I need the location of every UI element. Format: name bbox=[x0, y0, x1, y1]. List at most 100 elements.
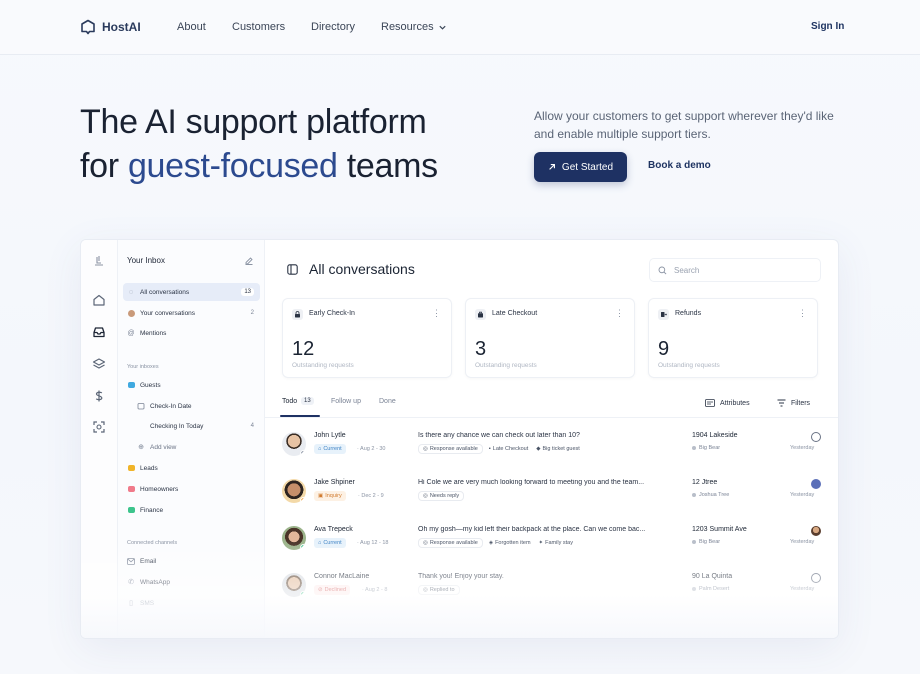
table-row[interactable]: Jake Shpiner ▣ Inquiry · Dec 2 - 9 Hi Co… bbox=[265, 473, 838, 520]
tags: ◎ Needs reply bbox=[418, 491, 465, 501]
hero-title-line1: The AI support platform bbox=[80, 103, 427, 141]
workspace-icon[interactable] bbox=[92, 254, 106, 268]
sidebar-item-label: Leads bbox=[140, 464, 158, 472]
status-badge: ▣ Inquiry bbox=[314, 491, 346, 501]
more-icon[interactable]: ⋮ bbox=[615, 308, 624, 319]
table-row[interactable]: Ava Trepeck ⌂ Current · Aug 12 - 18 Oh m… bbox=[265, 520, 838, 567]
inboxes-heading: Your inboxes bbox=[127, 364, 159, 370]
guest-name: Ava Trepeck bbox=[314, 526, 353, 533]
tab-follow-up[interactable]: Follow up bbox=[331, 398, 361, 405]
card-subtitle: Outstanding requests bbox=[292, 362, 354, 369]
whatsapp-icon: ✆ bbox=[128, 579, 134, 586]
sidebar-item-guests[interactable]: Guests bbox=[123, 376, 260, 394]
property-name: 1904 Lakeside bbox=[692, 432, 738, 439]
sidebar-item-all-conversations[interactable]: ◌ All conversations 13 bbox=[123, 283, 260, 301]
more-icon[interactable]: ⋮ bbox=[432, 308, 441, 319]
channel-email[interactable]: Email bbox=[123, 552, 260, 570]
card-count: 12 bbox=[292, 338, 315, 360]
sidebar-item-homeowners[interactable]: Homeowners bbox=[123, 480, 260, 498]
table-row[interactable]: Connor MacLaine ⊘ Declined · Aug 2 - 8 T… bbox=[265, 567, 838, 614]
tag: ◎ Needs reply bbox=[418, 491, 465, 501]
tag-label: Forgotten item bbox=[495, 540, 531, 546]
tab-todo[interactable]: Todo bbox=[282, 398, 297, 405]
property-name: 90 La Quinta bbox=[692, 573, 733, 580]
book-demo-button[interactable]: Book a demo bbox=[648, 160, 711, 171]
guest-name: Jake Shpiner bbox=[314, 479, 355, 486]
channel-sms[interactable]: ▯ SMS bbox=[123, 594, 260, 612]
tag: ◎ Response available bbox=[418, 444, 483, 454]
plus-circle-icon: ⊕ bbox=[138, 444, 144, 451]
property-location: Joshua Tree bbox=[692, 492, 729, 498]
message-preview: Hi Cole we are very much looking forward… bbox=[418, 479, 645, 486]
sidebar-item-label: WhatsApp bbox=[140, 578, 170, 586]
card-early-check-in[interactable]: Early Check-In ⋮ 12 Outstanding requests bbox=[282, 298, 452, 378]
tag-label: Replied to bbox=[429, 587, 455, 593]
scan-icon[interactable] bbox=[92, 420, 106, 434]
property-name: 12 Jtree bbox=[692, 479, 718, 486]
top-nav: HostAI About Customers Directory Resourc… bbox=[0, 0, 920, 55]
avatar bbox=[282, 573, 306, 597]
sidebar-item-leads[interactable]: Leads bbox=[123, 459, 260, 477]
nav-resources[interactable]: Resources bbox=[381, 21, 447, 33]
mail-icon bbox=[127, 557, 135, 565]
tab-done[interactable]: Done bbox=[379, 398, 396, 405]
avatar bbox=[282, 526, 306, 550]
guests-icon bbox=[127, 381, 135, 389]
assignee-icon bbox=[811, 573, 821, 583]
status-label: Inquiry bbox=[325, 493, 342, 499]
add-view-label: Add view bbox=[150, 443, 177, 451]
status-badge: ⌂ Current bbox=[314, 444, 346, 454]
timestamp: Yesterday bbox=[790, 539, 815, 545]
panel-toggle-icon[interactable] bbox=[287, 264, 298, 275]
card-late-checkout[interactable]: Late Checkout ⋮ 3 Outstanding requests bbox=[465, 298, 635, 378]
tag-label: Late Checkout bbox=[492, 446, 529, 452]
sidebar-item-your-conversations[interactable]: Your conversations 2 bbox=[123, 304, 260, 322]
status-label: Current bbox=[323, 446, 342, 452]
card-refunds[interactable]: Refunds ⋮ 9 Outstanding requests bbox=[648, 298, 818, 378]
tag-label: Needs reply bbox=[429, 493, 460, 499]
logo[interactable]: HostAI bbox=[80, 19, 141, 35]
card-subtitle: Outstanding requests bbox=[658, 362, 720, 369]
nav-about[interactable]: About bbox=[177, 21, 206, 33]
assignee-avatar bbox=[811, 479, 821, 489]
sidebar-item-checking-in-today[interactable]: Checking In Today 4 bbox=[133, 417, 260, 435]
homeowners-icon bbox=[127, 485, 135, 493]
property-location: Big Bear bbox=[692, 445, 720, 451]
guest-name: Connor MacLaine bbox=[314, 573, 370, 580]
leads-icon bbox=[127, 464, 135, 472]
location-label: Joshua Tree bbox=[699, 492, 730, 498]
edit-icon[interactable] bbox=[244, 256, 254, 266]
blank-indent bbox=[137, 422, 145, 430]
nav-directory[interactable]: Directory bbox=[311, 21, 355, 33]
sidebar-item-mentions[interactable]: @ Mentions bbox=[123, 324, 260, 342]
tag-label: Big ticket guest bbox=[542, 446, 580, 452]
inbox-icon[interactable] bbox=[92, 325, 106, 339]
home-icon[interactable] bbox=[92, 293, 106, 307]
dollar-icon[interactable] bbox=[92, 389, 106, 403]
channel-whatsapp[interactable]: ✆ WhatsApp bbox=[123, 573, 260, 591]
sidebar-item-finance[interactable]: Finance bbox=[123, 501, 260, 519]
search-icon bbox=[658, 266, 667, 274]
get-started-button[interactable]: Get Started bbox=[534, 152, 627, 182]
page-title: All conversations bbox=[309, 261, 415, 277]
tags: ◎ Response available ▪ Late Checkout ◆ B… bbox=[418, 444, 582, 454]
table-row[interactable]: John Lytle ⌂ Current · Aug 2 - 30 Is the… bbox=[265, 426, 838, 473]
tag: ◎ Response available bbox=[418, 538, 483, 548]
status-badge: ⌂ Current bbox=[314, 538, 346, 548]
property-location: Palm Desert bbox=[692, 586, 729, 592]
avatar bbox=[282, 432, 306, 456]
add-view-button[interactable]: ⊕ Add view bbox=[133, 438, 260, 456]
refund-icon bbox=[658, 309, 669, 320]
more-icon[interactable]: ⋮ bbox=[798, 308, 807, 319]
sign-in-link[interactable]: Sign In bbox=[811, 21, 844, 32]
layers-icon[interactable] bbox=[92, 357, 106, 371]
attributes-button[interactable]: Attributes bbox=[705, 399, 750, 407]
search-input[interactable]: Search bbox=[649, 258, 821, 282]
filters-button[interactable]: Filters bbox=[777, 399, 810, 407]
sidebar-item-label: Homeowners bbox=[140, 485, 179, 493]
hero-title: The AI support platform for guest-focuse… bbox=[80, 100, 500, 188]
conversations-main: All conversations Search Early Check-In … bbox=[265, 240, 838, 638]
message-preview: Is there any chance we can check out lat… bbox=[418, 432, 580, 439]
sidebar-item-check-in-date[interactable]: Check-In Date bbox=[133, 397, 260, 415]
nav-customers[interactable]: Customers bbox=[232, 21, 285, 33]
